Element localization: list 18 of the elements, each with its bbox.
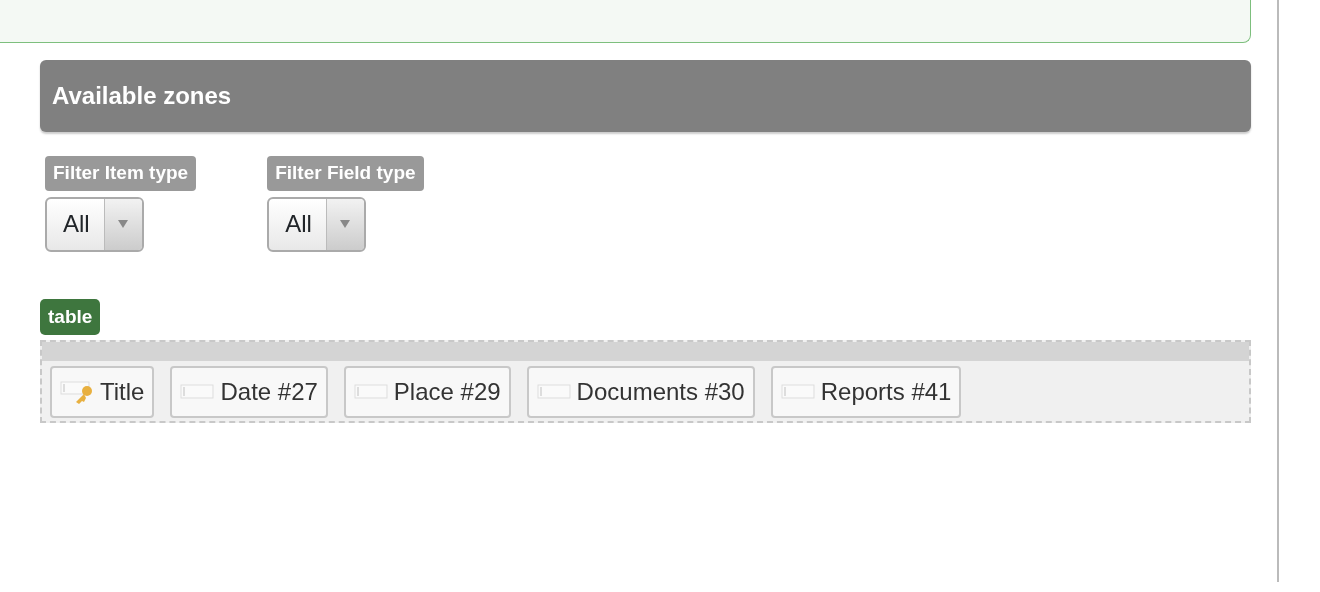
dropdown-arrow-icon [339,219,352,229]
field-item[interactable]: Reports #41 [770,366,962,418]
field-item[interactable]: Documents #30 [526,366,755,418]
section-header: Available zones [40,60,1251,132]
dropdown-arrow-icon [117,219,130,229]
field-icon [780,384,815,400]
field-item[interactable]: Title [50,366,155,418]
field-icon [180,384,215,400]
field-key-icon [60,379,94,405]
filter-label: Filter Field type [267,156,424,191]
filter-label: Filter Item type [45,156,197,191]
field-icon [353,384,388,400]
field-item[interactable]: Place #29 [343,366,511,418]
zone-tag: table [40,298,101,335]
filter-dropdown[interactable]: All [45,196,144,252]
filter-dropdown[interactable]: All [267,196,366,252]
field-item[interactable]: Date #27 [170,366,328,418]
field-icon [536,384,571,400]
